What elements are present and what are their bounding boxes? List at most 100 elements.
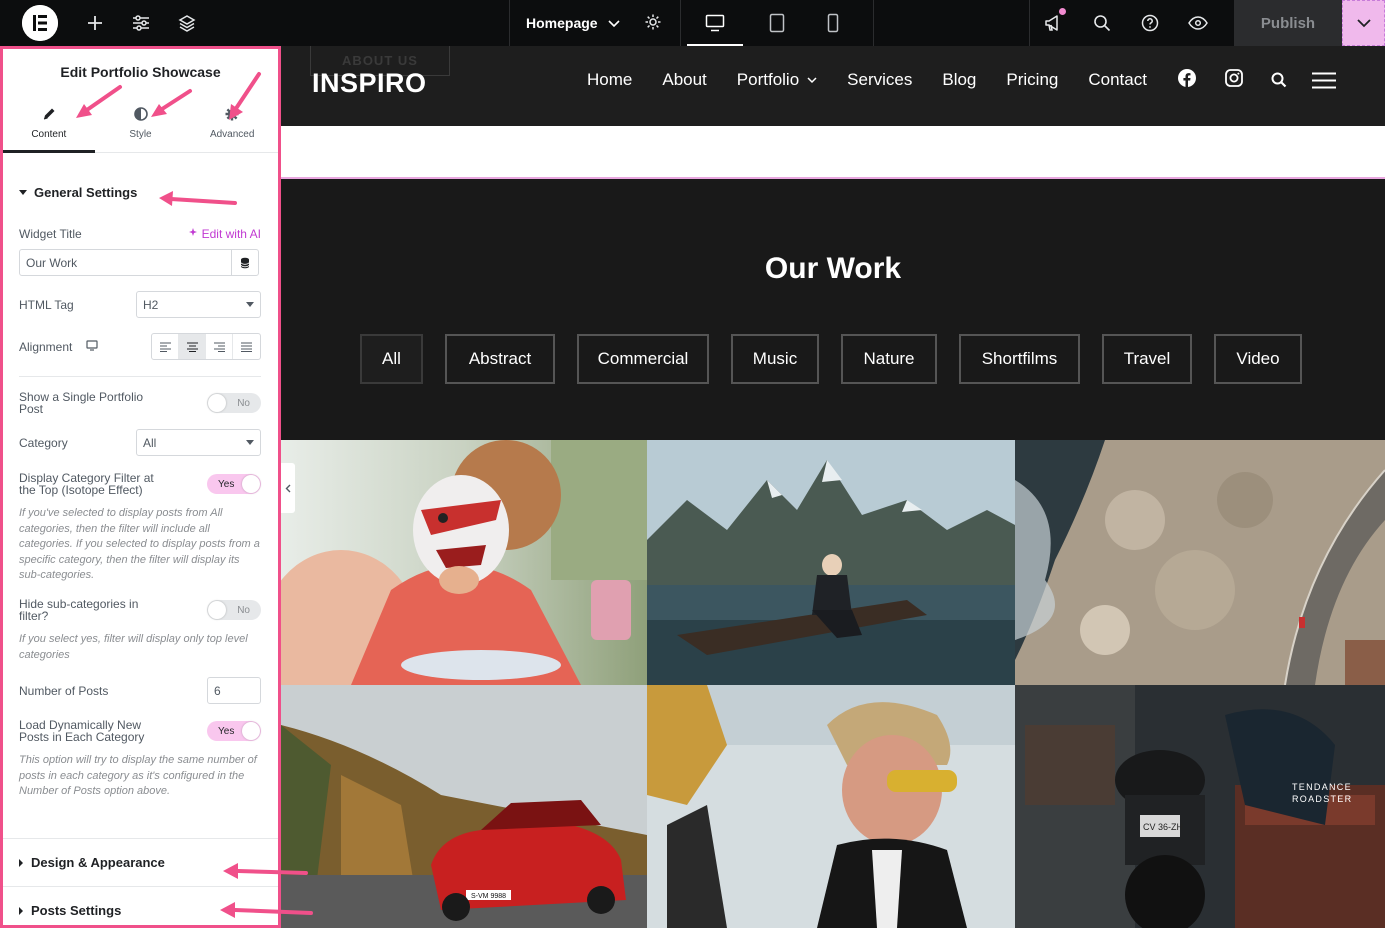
publish-button[interactable]: Publish — [1234, 0, 1342, 46]
tab-style[interactable]: Style — [95, 95, 187, 152]
page-preview: ABOUT US INSPIRO Home About Portfolio Se… — [281, 46, 1385, 928]
contrast-icon — [133, 107, 148, 124]
general-settings-title: General Settings — [34, 185, 138, 200]
widget-title-label: Widget Title — [19, 227, 82, 241]
edit-with-ai-label: Edit with AI — [201, 227, 261, 241]
ai-sparkle-icon — [188, 227, 199, 241]
toggle-knob — [208, 394, 226, 412]
help-icon[interactable] — [1126, 0, 1174, 46]
load-dyn-toggle-label: Yes — [218, 725, 235, 737]
desktop-icon[interactable] — [681, 0, 749, 46]
toggle-knob — [242, 722, 260, 740]
panel-tabs: Content Style Advanced — [3, 95, 278, 153]
load-dyn-toggle[interactable]: Yes — [207, 721, 261, 741]
tab-advanced[interactable]: Advanced — [186, 95, 278, 152]
filter-video[interactable]: Video — [1214, 334, 1302, 384]
alignment-label: Alignment — [19, 339, 73, 354]
page-name: Homepage — [526, 15, 598, 31]
filter-music[interactable]: Music — [731, 334, 819, 384]
site-logo[interactable]: INSPIRO — [312, 68, 427, 99]
tablet-icon[interactable] — [749, 0, 805, 46]
align-justify-icon[interactable] — [233, 334, 260, 359]
num-posts-label: Number of Posts — [19, 683, 109, 698]
layers-icon[interactable] — [164, 0, 210, 46]
portfolio-item-face-paint[interactable] — [281, 440, 647, 685]
filter-abstract[interactable]: Abstract — [445, 334, 555, 384]
filter-nature[interactable]: Nature — [841, 334, 937, 384]
portfolio-item-red-car[interactable]: S-VM 9988 — [281, 685, 647, 928]
preview-eye-icon[interactable] — [1174, 0, 1222, 46]
filter-commercial[interactable]: Commercial — [577, 334, 709, 384]
nav-blog[interactable]: Blog — [942, 70, 976, 90]
publish-options-chevron-icon[interactable] — [1342, 0, 1385, 46]
tile-caption-line2: ROADSTER — [1292, 794, 1352, 804]
empty-section — [281, 126, 1385, 179]
dynamic-tags-icon[interactable] — [231, 250, 258, 275]
facebook-icon[interactable] — [1178, 69, 1196, 87]
tab-content[interactable]: Content — [3, 95, 95, 153]
posts-settings-section[interactable]: Posts Settings — [3, 886, 278, 925]
page-selector[interactable]: Homepage — [509, 0, 681, 46]
align-left-icon[interactable] — [152, 334, 179, 359]
category-select[interactable]: All — [136, 429, 261, 456]
display-filter-toggle[interactable]: Yes — [207, 474, 261, 494]
category-value: All — [143, 435, 157, 450]
edit-with-ai-button[interactable]: Edit with AI — [188, 227, 261, 241]
hamburger-menu-icon[interactable] — [1312, 72, 1336, 89]
filter-all[interactable]: All — [360, 334, 423, 384]
nav-home[interactable]: Home — [587, 70, 632, 90]
mobile-icon[interactable] — [805, 0, 861, 46]
instagram-icon[interactable] — [1225, 69, 1243, 87]
chevron-down-icon — [807, 76, 817, 83]
hide-sub-toggle[interactable]: No — [207, 600, 261, 620]
filter-shortfilms[interactable]: Shortfilms — [959, 334, 1080, 384]
category-label: Category — [19, 435, 68, 450]
align-center-icon[interactable] — [179, 334, 206, 359]
site-header: ABOUT US INSPIRO Home About Portfolio Se… — [281, 46, 1385, 126]
portfolio-item-man-sunglasses[interactable] — [647, 685, 1015, 928]
tab-advanced-label: Advanced — [209, 129, 255, 140]
tab-style-label: Style — [129, 129, 152, 140]
nav-pricing[interactable]: Pricing — [1006, 70, 1058, 90]
html-tag-select[interactable]: H2 — [136, 291, 261, 318]
chevron-down-icon — [608, 15, 620, 31]
elementor-logo-icon[interactable] — [22, 5, 58, 41]
search-icon[interactable] — [1078, 0, 1126, 46]
portfolio-item-aerial-coast[interactable] — [1015, 440, 1385, 685]
caret-right-icon — [19, 906, 23, 915]
car-plate-text: S-VM 9988 — [471, 893, 506, 900]
filter-travel[interactable]: Travel — [1102, 334, 1192, 384]
single-post-toggle[interactable]: No — [207, 393, 261, 413]
nav-about[interactable]: About — [662, 70, 706, 90]
num-posts-input[interactable]: 6 — [207, 677, 261, 704]
main-nav: Home About Portfolio Services Blog Prici… — [587, 70, 1177, 90]
nav-contact[interactable]: Contact — [1088, 70, 1147, 90]
widget-title-input[interactable]: Our Work — [19, 249, 259, 276]
posts-settings-title: Posts Settings — [31, 903, 122, 918]
nav-services[interactable]: Services — [847, 70, 912, 90]
category-filters: All Abstract Commercial Music Nature Sho… — [360, 334, 1302, 384]
design-appearance-section[interactable]: Design & Appearance — [3, 838, 278, 886]
widget-title-value: Our Work — [26, 255, 78, 270]
portfolio-item-mountain-lake[interactable] — [647, 440, 1015, 685]
toggle-knob — [242, 475, 260, 493]
tile-caption-line1: TENDANCE — [1292, 782, 1352, 792]
hide-sub-label: Hide sub-categories in filter? — [19, 598, 138, 622]
notifications-icon[interactable] — [1030, 0, 1078, 46]
general-settings-header[interactable]: General Settings — [3, 185, 153, 200]
chevron-left-icon — [285, 484, 291, 492]
add-icon[interactable] — [72, 0, 118, 46]
panel-collapse-toggle[interactable] — [281, 463, 295, 513]
nav-portfolio[interactable]: Portfolio — [737, 70, 817, 90]
portfolio-item-motorcycle[interactable]: CV 36-ZH TENDANCE ROADSTER — [1015, 685, 1385, 928]
page-settings-icon[interactable] — [644, 13, 662, 34]
display-filter-label-line2: the Top (Isotope Effect) — [19, 483, 143, 497]
display-filter-help: If you've selected to display posts from… — [19, 507, 260, 581]
align-right-icon[interactable] — [206, 334, 233, 359]
settings-sliders-icon[interactable] — [118, 0, 164, 46]
single-post-label-line2: Post — [19, 402, 44, 416]
responsive-desktop-icon[interactable] — [86, 339, 98, 354]
select-caret-icon — [246, 440, 254, 445]
site-search-icon[interactable] — [1271, 72, 1287, 88]
toggle-knob — [208, 601, 226, 619]
